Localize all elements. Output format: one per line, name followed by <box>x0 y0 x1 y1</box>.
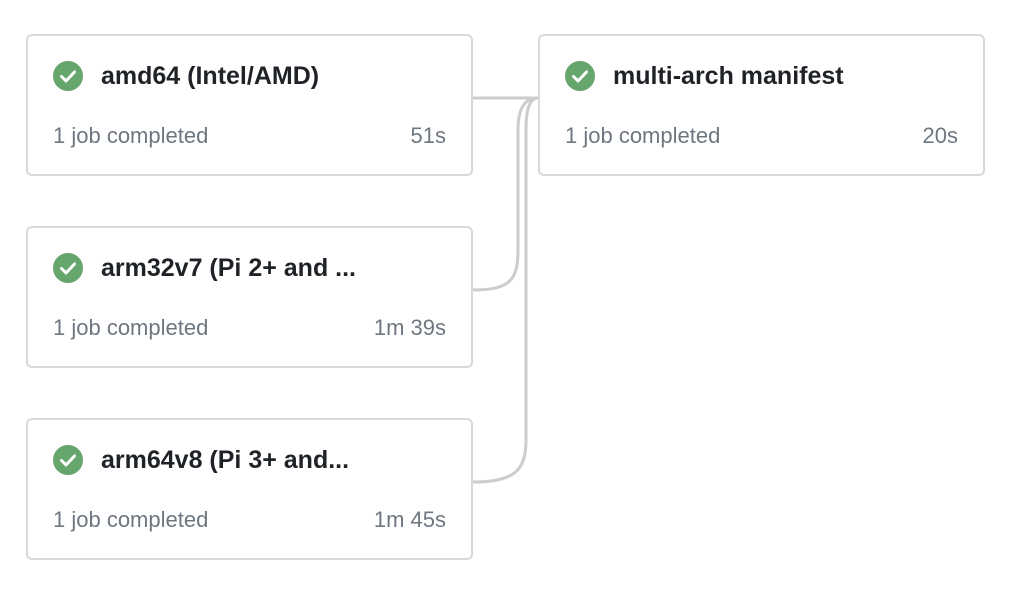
check-circle-icon <box>53 445 83 475</box>
job-name[interactable]: amd64 (Intel/AMD) <box>101 60 451 92</box>
job-summary: 1 job completed <box>53 507 209 532</box>
job-summary: 1 job completed <box>565 123 721 148</box>
job-duration: 1m 39s <box>373 315 446 340</box>
connector-arm32v7-to-manifest <box>472 96 539 292</box>
workflow-graph: amd64 (Intel/AMD) 1 job completed 51s ar… <box>0 0 1022 594</box>
job-card-multi-arch-manifest[interactable]: multi-arch manifest 1 job completed 20s <box>538 34 985 176</box>
job-duration: 1m 45s <box>373 507 446 532</box>
job-summary: 1 job completed <box>53 315 209 340</box>
job-duration: 51s <box>410 123 446 148</box>
job-duration: 20s <box>922 123 958 148</box>
check-circle-icon <box>53 253 83 283</box>
job-name[interactable]: multi-arch manifest <box>613 60 963 92</box>
check-circle-icon <box>53 61 83 91</box>
connector-arm64v8-to-manifest <box>472 96 539 484</box>
job-card-arm32v7[interactable]: arm32v7 (Pi 2+ and ... 1 job completed 1… <box>26 226 473 368</box>
check-circle-icon <box>565 61 595 91</box>
job-name[interactable]: arm32v7 (Pi 2+ and ... <box>101 252 451 284</box>
job-summary: 1 job completed <box>53 123 209 148</box>
job-name[interactable]: arm64v8 (Pi 3+ and... <box>101 444 451 476</box>
job-card-amd64[interactable]: amd64 (Intel/AMD) 1 job completed 51s <box>26 34 473 176</box>
job-card-arm64v8[interactable]: arm64v8 (Pi 3+ and... 1 job completed 1m… <box>26 418 473 560</box>
